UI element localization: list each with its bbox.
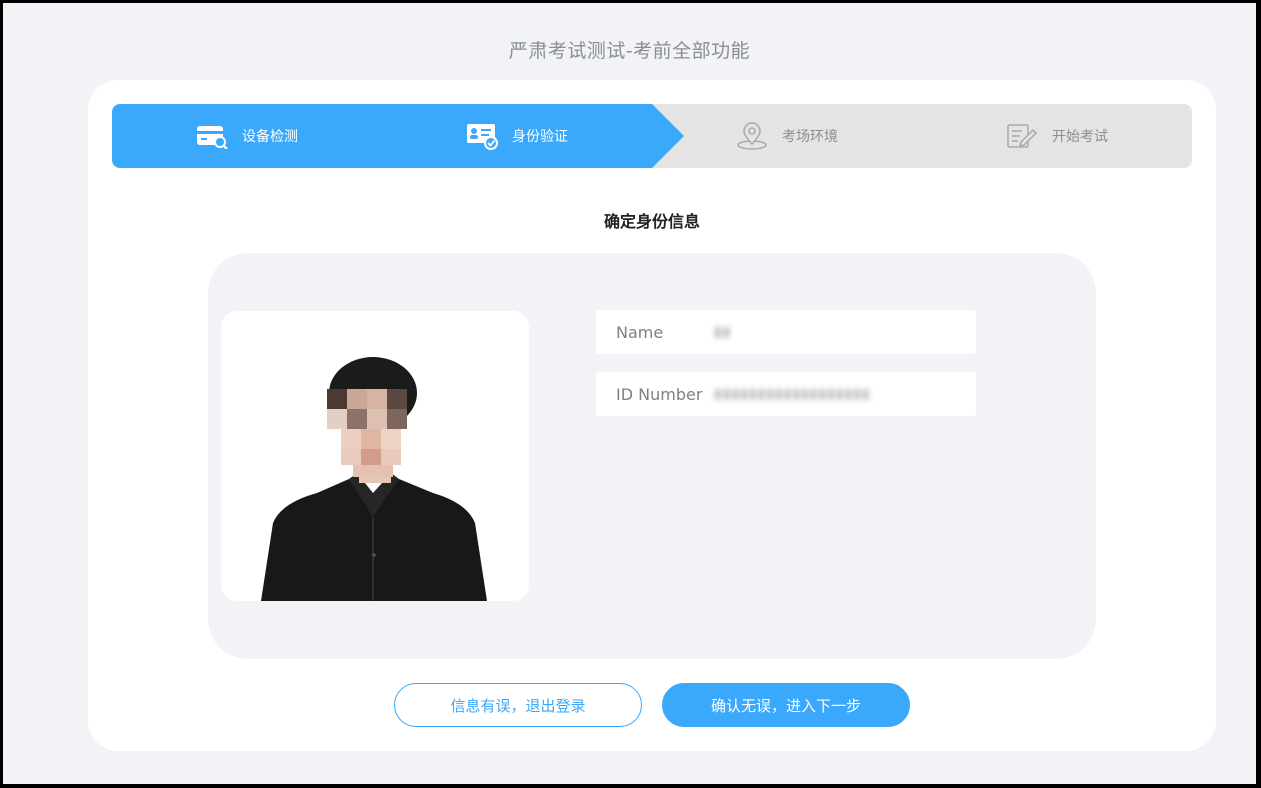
id-number-field: ID Number ▮▮▮▮▮▮▮▮▮▮▮▮▮▮▮▮▮▮ [596,372,976,416]
id-card-check-icon [466,122,498,150]
confirm-next-step-button[interactable]: 确认无误，进入下一步 [662,683,910,727]
main-card: 设备检测 身份验证 考场环境 开始考试 确定身份信息 Name ▮▮ ID Nu… [88,80,1216,751]
device-check-icon [196,122,228,150]
step-exam-environment: 考场环境 [736,104,838,168]
step-label: 开始考试 [1052,129,1108,145]
name-field: Name ▮▮ [596,310,976,354]
progress-steps: 设备检测 身份验证 考场环境 开始考试 [112,104,1192,168]
app-frame: 严肃考试测试-考前全部功能 设备检测 身份验证 考场环境 开始考试 确定身份信息… [3,3,1256,784]
step-identity-verify: 身份验证 [466,104,568,168]
id-photo [221,311,529,601]
id-number-label: ID Number [616,384,703,404]
step-label: 考场环境 [782,129,838,145]
pixelated-face [327,389,407,477]
identity-panel: Name ▮▮ ID Number ▮▮▮▮▮▮▮▮▮▮▮▮▮▮▮▮▮▮ [208,253,1096,659]
location-pin-icon [736,122,768,150]
step-device-check: 设备检测 [196,104,298,168]
step-label: 身份验证 [512,129,568,145]
step-label: 设备检测 [242,129,298,145]
step-start-exam: 开始考试 [1006,104,1108,168]
identity-section-title: 确定身份信息 [603,212,700,231]
page-title: 严肃考试测试-考前全部功能 [508,40,751,62]
name-label: Name [616,322,664,342]
exam-paper-edit-icon [1006,122,1038,150]
name-value: ▮▮ [714,324,732,340]
id-number-value: ▮▮▮▮▮▮▮▮▮▮▮▮▮▮▮▮▮▮ [714,386,871,402]
info-incorrect-logout-button[interactable]: 信息有误，退出登录 [394,683,642,727]
